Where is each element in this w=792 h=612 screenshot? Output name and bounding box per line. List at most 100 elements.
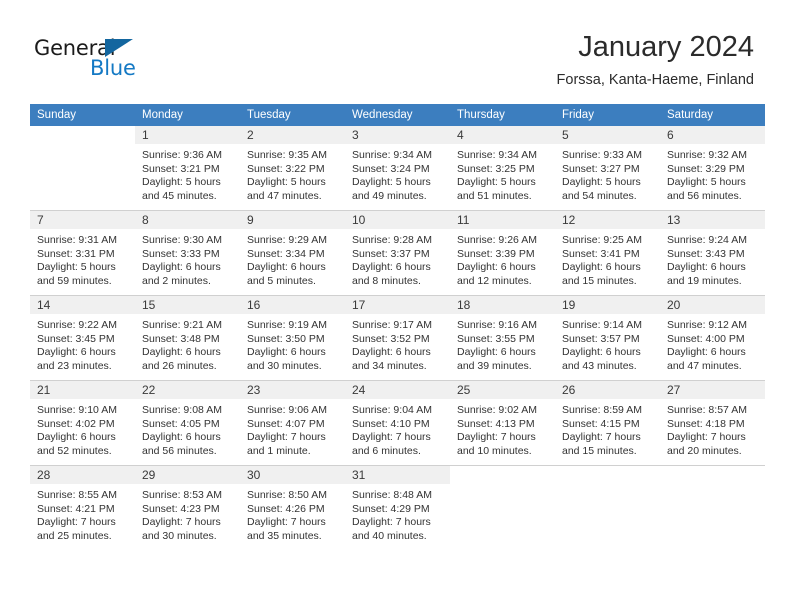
- calendar-week-row: 7 Sunrise: 9:31 AM Sunset: 3:31 PM Daylight…: [30, 210, 765, 296]
- sunrise-text: Sunrise: 9:31 AM: [37, 234, 117, 246]
- daylight-text-line2: and 6 minutes.: [352, 444, 421, 457]
- daylight-text-line1: Daylight: 6 hours: [667, 346, 746, 359]
- calendar-day-cell[interactable]: 11 Sunrise: 9:26 AM Sunset: 3:39 PM Dayligh…: [450, 211, 555, 295]
- day-number: 2: [240, 126, 345, 144]
- sunset-text: Sunset: 4:18 PM: [667, 417, 745, 430]
- calendar-day-cell-empty: [30, 126, 135, 210]
- day-number: [660, 466, 765, 484]
- daylight-text-line1: Daylight: 5 hours: [352, 176, 431, 189]
- day-details: Sunrise: 8:48 AM Sunset: 4:29 PM Daylight:…: [345, 484, 450, 543]
- calendar-day-cell[interactable]: 17 Sunrise: 9:17 AM Sunset: 3:52 PM Dayligh…: [345, 296, 450, 380]
- calendar-day-cell-empty: [450, 466, 555, 550]
- day-details: Sunrise: 9:34 AM Sunset: 3:24 PM Daylight:…: [345, 144, 450, 203]
- calendar-day-cell[interactable]: 30 Sunrise: 8:50 AM Sunset: 4:26 PM Dayligh…: [240, 466, 345, 550]
- page-header: General Blue January 2024 Forssa, Kanta-…: [0, 0, 792, 100]
- day-details: Sunrise: 9:21 AM Sunset: 3:48 PM Daylight:…: [135, 314, 240, 373]
- calendar-day-cell[interactable]: 21 Sunrise: 9:10 AM Sunset: 4:02 PM Dayligh…: [30, 381, 135, 465]
- day-details: Sunrise: 8:55 AM Sunset: 4:21 PM Daylight:…: [30, 484, 135, 543]
- daylight-text-line2: and 35 minutes.: [247, 529, 322, 542]
- daylight-text-line2: and 8 minutes.: [352, 274, 421, 287]
- calendar-day-cell[interactable]: 12 Sunrise: 9:25 AM Sunset: 3:41 PM Dayligh…: [555, 211, 660, 295]
- daylight-text-line2: and 47 minutes.: [667, 359, 742, 372]
- day-details: Sunrise: 8:53 AM Sunset: 4:23 PM Daylight:…: [135, 484, 240, 543]
- calendar-day-cell[interactable]: 6 Sunrise: 9:32 AM Sunset: 3:29 PM Daylight…: [660, 126, 765, 210]
- daylight-text-line1: Daylight: 6 hours: [37, 346, 116, 359]
- sunrise-text: Sunrise: 9:17 AM: [352, 319, 432, 331]
- daylight-text-line2: and 19 minutes.: [667, 274, 742, 287]
- calendar-day-cell[interactable]: 27 Sunrise: 8:57 AM Sunset: 4:18 PM Dayligh…: [660, 381, 765, 465]
- day-number: 11: [450, 211, 555, 229]
- day-number: 24: [345, 381, 450, 399]
- day-details: Sunrise: 9:26 AM Sunset: 3:39 PM Daylight:…: [450, 229, 555, 288]
- calendar-day-cell[interactable]: 24 Sunrise: 9:04 AM Sunset: 4:10 PM Dayligh…: [345, 381, 450, 465]
- calendar-page: General Blue January 2024 Forssa, Kanta-…: [0, 0, 792, 612]
- day-number: 27: [660, 381, 765, 399]
- calendar-day-cell[interactable]: 29 Sunrise: 8:53 AM Sunset: 4:23 PM Dayligh…: [135, 466, 240, 550]
- calendar-day-cell[interactable]: 19 Sunrise: 9:14 AM Sunset: 3:57 PM Dayligh…: [555, 296, 660, 380]
- calendar-day-cell[interactable]: 22 Sunrise: 9:08 AM Sunset: 4:05 PM Dayligh…: [135, 381, 240, 465]
- day-details: Sunrise: 9:19 AM Sunset: 3:50 PM Daylight:…: [240, 314, 345, 373]
- general-blue-logo[interactable]: General Blue: [34, 36, 164, 86]
- calendar-day-cell[interactable]: 31 Sunrise: 8:48 AM Sunset: 4:29 PM Dayligh…: [345, 466, 450, 550]
- weekday-header-saturday: Saturday: [660, 104, 765, 126]
- sunrise-text: Sunrise: 9:24 AM: [667, 234, 747, 246]
- day-number: 20: [660, 296, 765, 314]
- day-details: Sunrise: 9:22 AM Sunset: 3:45 PM Daylight:…: [30, 314, 135, 373]
- calendar-day-cell[interactable]: 26 Sunrise: 8:59 AM Sunset: 4:15 PM Dayligh…: [555, 381, 660, 465]
- day-number: 29: [135, 466, 240, 484]
- calendar-day-cell[interactable]: 16 Sunrise: 9:19 AM Sunset: 3:50 PM Dayligh…: [240, 296, 345, 380]
- day-number: 15: [135, 296, 240, 314]
- sunrise-text: Sunrise: 8:59 AM: [562, 404, 642, 416]
- calendar-day-cell[interactable]: 7 Sunrise: 9:31 AM Sunset: 3:31 PM Daylight…: [30, 211, 135, 295]
- page-title: January 2024: [578, 31, 754, 63]
- sunset-text: Sunset: 3:22 PM: [247, 162, 325, 175]
- calendar-day-cell[interactable]: 25 Sunrise: 9:02 AM Sunset: 4:13 PM Dayligh…: [450, 381, 555, 465]
- day-details: Sunrise: 9:29 AM Sunset: 3:34 PM Daylight:…: [240, 229, 345, 288]
- daylight-text-line1: Daylight: 7 hours: [247, 431, 326, 444]
- calendar-day-cell[interactable]: 23 Sunrise: 9:06 AM Sunset: 4:07 PM Dayligh…: [240, 381, 345, 465]
- day-details: Sunrise: 9:30 AM Sunset: 3:33 PM Daylight:…: [135, 229, 240, 288]
- daylight-text-line2: and 47 minutes.: [247, 189, 322, 202]
- sunset-text: Sunset: 3:45 PM: [37, 332, 115, 345]
- calendar-day-cell[interactable]: 3 Sunrise: 9:34 AM Sunset: 3:24 PM Daylight…: [345, 126, 450, 210]
- calendar-day-cell[interactable]: 15 Sunrise: 9:21 AM Sunset: 3:48 PM Dayligh…: [135, 296, 240, 380]
- weekday-header-wednesday: Wednesday: [345, 104, 450, 126]
- daylight-text-line1: Daylight: 7 hours: [457, 431, 536, 444]
- sunrise-text: Sunrise: 9:22 AM: [37, 319, 117, 331]
- day-number: 23: [240, 381, 345, 399]
- day-details: Sunrise: 9:12 AM Sunset: 4:00 PM Daylight:…: [660, 314, 765, 373]
- sunset-text: Sunset: 3:57 PM: [562, 332, 640, 345]
- calendar-day-cell[interactable]: 18 Sunrise: 9:16 AM Sunset: 3:55 PM Dayligh…: [450, 296, 555, 380]
- daylight-text-line2: and 45 minutes.: [142, 189, 217, 202]
- day-details: Sunrise: 9:04 AM Sunset: 4:10 PM Daylight:…: [345, 399, 450, 458]
- sunrise-text: Sunrise: 9:06 AM: [247, 404, 327, 416]
- calendar-day-cell[interactable]: 1 Sunrise: 9:36 AM Sunset: 3:21 PM Daylight…: [135, 126, 240, 210]
- calendar-day-cell[interactable]: 10 Sunrise: 9:28 AM Sunset: 3:37 PM Dayligh…: [345, 211, 450, 295]
- calendar-day-cell[interactable]: 14 Sunrise: 9:22 AM Sunset: 3:45 PM Dayligh…: [30, 296, 135, 380]
- daylight-text-line1: Daylight: 5 hours: [247, 176, 326, 189]
- daylight-text-line1: Daylight: 6 hours: [142, 346, 221, 359]
- calendar-grid: Sunday Monday Tuesday Wednesday Thursday Frid…: [30, 104, 765, 550]
- calendar-day-cell[interactable]: 4 Sunrise: 9:34 AM Sunset: 3:25 PM Daylight…: [450, 126, 555, 210]
- calendar-day-cell[interactable]: 28 Sunrise: 8:55 AM Sunset: 4:21 PM Dayligh…: [30, 466, 135, 550]
- sunrise-text: Sunrise: 9:36 AM: [142, 149, 222, 161]
- sunset-text: Sunset: 3:55 PM: [457, 332, 535, 345]
- calendar-day-cell[interactable]: 8 Sunrise: 9:30 AM Sunset: 3:33 PM Daylight…: [135, 211, 240, 295]
- daylight-text-line1: Daylight: 6 hours: [457, 346, 536, 359]
- daylight-text-line1: Daylight: 6 hours: [352, 346, 431, 359]
- logo-triangle-icon: [105, 39, 133, 57]
- calendar-day-cell[interactable]: 13 Sunrise: 9:24 AM Sunset: 3:43 PM Dayligh…: [660, 211, 765, 295]
- daylight-text-line1: Daylight: 7 hours: [667, 431, 746, 444]
- calendar-day-cell[interactable]: 2 Sunrise: 9:35 AM Sunset: 3:22 PM Daylight…: [240, 126, 345, 210]
- day-details: Sunrise: 9:33 AM Sunset: 3:27 PM Daylight:…: [555, 144, 660, 203]
- sunset-text: Sunset: 3:25 PM: [457, 162, 535, 175]
- calendar-day-cell[interactable]: 5 Sunrise: 9:33 AM Sunset: 3:27 PM Daylight…: [555, 126, 660, 210]
- calendar-day-cell-empty: [555, 466, 660, 550]
- sunrise-text: Sunrise: 9:21 AM: [142, 319, 222, 331]
- daylight-text-line1: Daylight: 6 hours: [562, 346, 641, 359]
- calendar-day-cell[interactable]: 9 Sunrise: 9:29 AM Sunset: 3:34 PM Daylight…: [240, 211, 345, 295]
- calendar-day-cell[interactable]: 20 Sunrise: 9:12 AM Sunset: 4:00 PM Dayligh…: [660, 296, 765, 380]
- daylight-text-line1: Daylight: 7 hours: [352, 516, 431, 529]
- daylight-text-line2: and 23 minutes.: [37, 359, 112, 372]
- daylight-text-line1: Daylight: 6 hours: [247, 346, 326, 359]
